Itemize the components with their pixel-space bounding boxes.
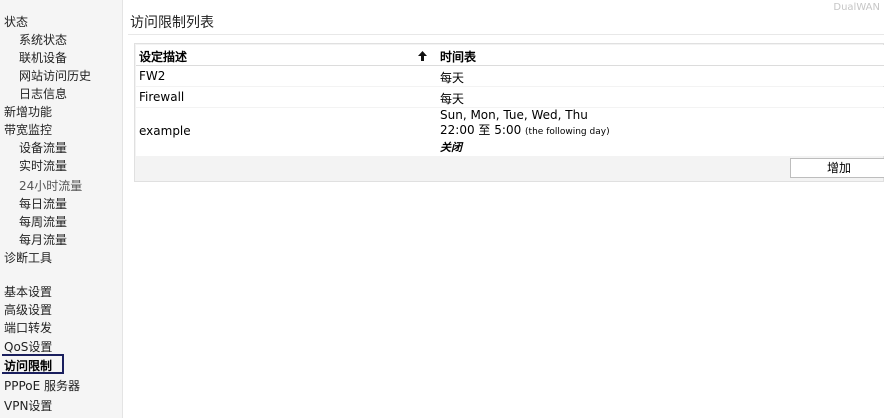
nav-diagnostics[interactable]: 诊断工具 — [4, 249, 52, 267]
nav-access-restriction[interactable]: 访问限制 — [2, 354, 64, 374]
nav-advanced-settings[interactable]: 高级设置 — [4, 301, 52, 319]
nav-vpn-settings[interactable]: VPN设置 — [4, 397, 52, 415]
row-name[interactable]: FW2 — [139, 69, 165, 83]
schedule-days: Sun, Mon, Tue, Wed, Thu — [440, 108, 588, 122]
nav-site-history[interactable]: 网站访问历史 — [19, 67, 91, 85]
table-header-row: 设定描述 时间表 — [136, 45, 884, 66]
nav-connected-devices[interactable]: 联机设备 — [19, 49, 67, 67]
nav-realtime-traffic[interactable]: 实时流量 — [19, 157, 67, 175]
row-schedule: Sun, Mon, Tue, Wed, Thu 22:00 至 5:00 (th… — [440, 108, 610, 155]
nav-log-info[interactable]: 日志信息 — [19, 85, 67, 103]
nav-weekly-traffic[interactable]: 每周流量 — [19, 213, 67, 231]
row-schedule: 每天 — [440, 92, 465, 106]
add-button[interactable]: 增加 — [790, 158, 884, 178]
column-header-schedule[interactable]: 时间表 — [440, 48, 476, 65]
brand-logo-text: DualWAN — [833, 2, 880, 13]
nav-system-status[interactable]: 系统状态 — [19, 31, 67, 49]
nav-status[interactable]: 状态 — [4, 13, 28, 31]
schedule-end: 5:00 — [494, 123, 522, 137]
nav-monthly-traffic[interactable]: 每月流量 — [19, 231, 67, 249]
title-divider — [128, 34, 884, 35]
column-header-description[interactable]: 设定描述 — [139, 48, 187, 65]
schedule-to: 至 — [478, 123, 491, 137]
schedule-note: (the following day) — [525, 127, 610, 137]
nav-new-features[interactable]: 新增功能 — [4, 103, 52, 121]
schedule-start: 22:00 — [440, 123, 475, 137]
nav-bandwidth-monitor[interactable]: 带宽监控 — [4, 121, 52, 139]
page-title: 访问限制列表 — [130, 15, 214, 31]
nav-port-forwarding[interactable]: 端口转发 — [4, 319, 52, 337]
schedule-time: 22:00 至 5:00 (the following day) — [440, 123, 610, 140]
nav-device-traffic[interactable]: 设备流量 — [19, 139, 67, 157]
table-row[interactable]: example Sun, Mon, Tue, Wed, Thu 22:00 至 … — [136, 108, 884, 156]
sidebar-nav: 状态 系统状态 联机设备 网站访问历史 日志信息 新增功能 带宽监控 设备流量 … — [0, 0, 123, 418]
schedule-status: 关闭 — [440, 141, 462, 154]
nav-basic-settings[interactable]: 基本设置 — [4, 283, 52, 301]
row-name[interactable]: Firewall — [139, 90, 184, 104]
nav-pppoe-server[interactable]: PPPoE 服务器 — [4, 377, 80, 395]
nav-daily-traffic[interactable]: 每日流量 — [19, 195, 67, 213]
nav-24h-traffic[interactable]: 24小时流量 — [19, 177, 82, 195]
row-schedule: 每天 — [440, 71, 465, 85]
row-name[interactable]: example — [139, 124, 191, 138]
table-row[interactable]: FW2 每天 — [136, 66, 884, 86]
table-row[interactable]: Firewall 每天 — [136, 87, 884, 107]
